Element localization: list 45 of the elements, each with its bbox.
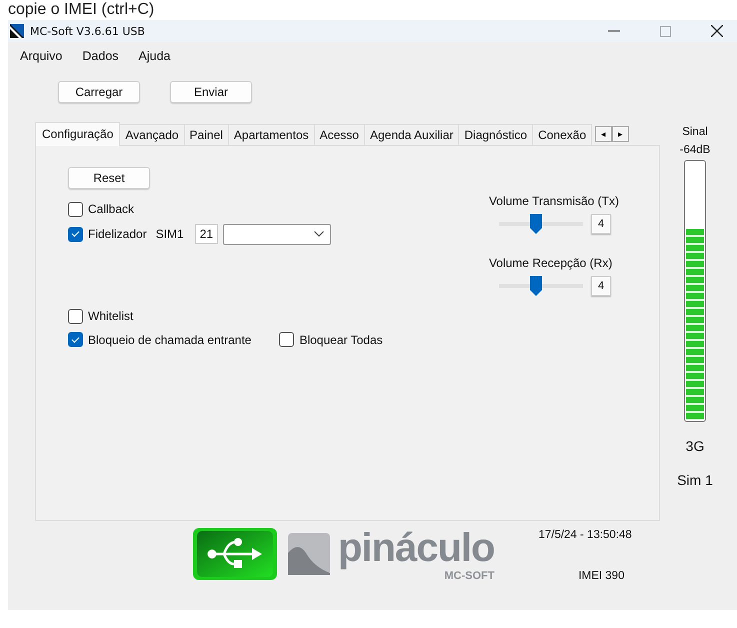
- volume-value: 4: [590, 214, 612, 234]
- network-type: 3G: [686, 438, 704, 454]
- menu-item[interactable]: Ajuda: [138, 49, 171, 69]
- checkbox-label: Bloquear Todas: [299, 332, 383, 346]
- slider-thumb[interactable]: [530, 276, 542, 296]
- checkbox-label: Bloqueio de chamada entrante: [88, 332, 252, 346]
- tab[interactable]: Conexão: [532, 124, 592, 145]
- slider-thumb[interactable]: [530, 214, 542, 234]
- menu-item[interactable]: Arquivo: [20, 49, 62, 69]
- chevron-down-icon: [314, 231, 324, 237]
- usb-icon: [192, 526, 278, 580]
- signal-reading: -64dB: [680, 143, 710, 158]
- imei-text: IMEI 390: [578, 570, 626, 582]
- close-icon[interactable]: [711, 25, 723, 37]
- checkbox[interactable]: [68, 202, 83, 216]
- volume-value: 4: [590, 276, 612, 296]
- logo-subtitle: MC-SOFT: [444, 570, 494, 582]
- date-time: 17/5/24 - 13:50:48: [538, 529, 632, 541]
- checkbox-label: Fidelizador: [88, 227, 147, 241]
- number-field[interactable]: 21: [194, 224, 218, 244]
- checkbox-label: Callback: [88, 202, 134, 216]
- checkbox[interactable]: [68, 226, 83, 242]
- logo-wordmark: pináculo: [338, 526, 494, 570]
- reset-button[interactable]: Reset: [68, 167, 150, 189]
- volume-label: Volume Recepção (Rx): [488, 256, 614, 270]
- window-title: MC-Soft V3.6.61 USB: [30, 24, 145, 38]
- toolbar-button[interactable]: Enviar: [170, 81, 252, 103]
- tab-scroll-button[interactable]: ◂: [595, 126, 612, 142]
- tab[interactable]: Configuração: [35, 122, 120, 146]
- signal-label: Sinal: [682, 125, 708, 140]
- checkbox-label: Whitelist: [88, 309, 134, 323]
- checkbox[interactable]: [279, 332, 294, 347]
- minimize-icon[interactable]: [608, 30, 620, 32]
- sim-indicator: Sim 1: [677, 472, 713, 488]
- app-logo-icon: [10, 24, 24, 38]
- checkbox[interactable]: [68, 308, 83, 324]
- dropdown[interactable]: [223, 224, 332, 244]
- menu-item[interactable]: Dados: [82, 49, 119, 69]
- sim-label: SIM1: [156, 227, 184, 241]
- volume-label: Volume Transmisão (Tx): [488, 194, 619, 208]
- mountain-logo-icon: [288, 532, 330, 574]
- caption-text: copie o IMEI (ctrl+C): [7, 0, 156, 20]
- tab-scroll-button[interactable]: ▸: [612, 126, 630, 142]
- checkbox[interactable]: [68, 332, 83, 347]
- toolbar-button[interactable]: Carregar: [58, 81, 140, 103]
